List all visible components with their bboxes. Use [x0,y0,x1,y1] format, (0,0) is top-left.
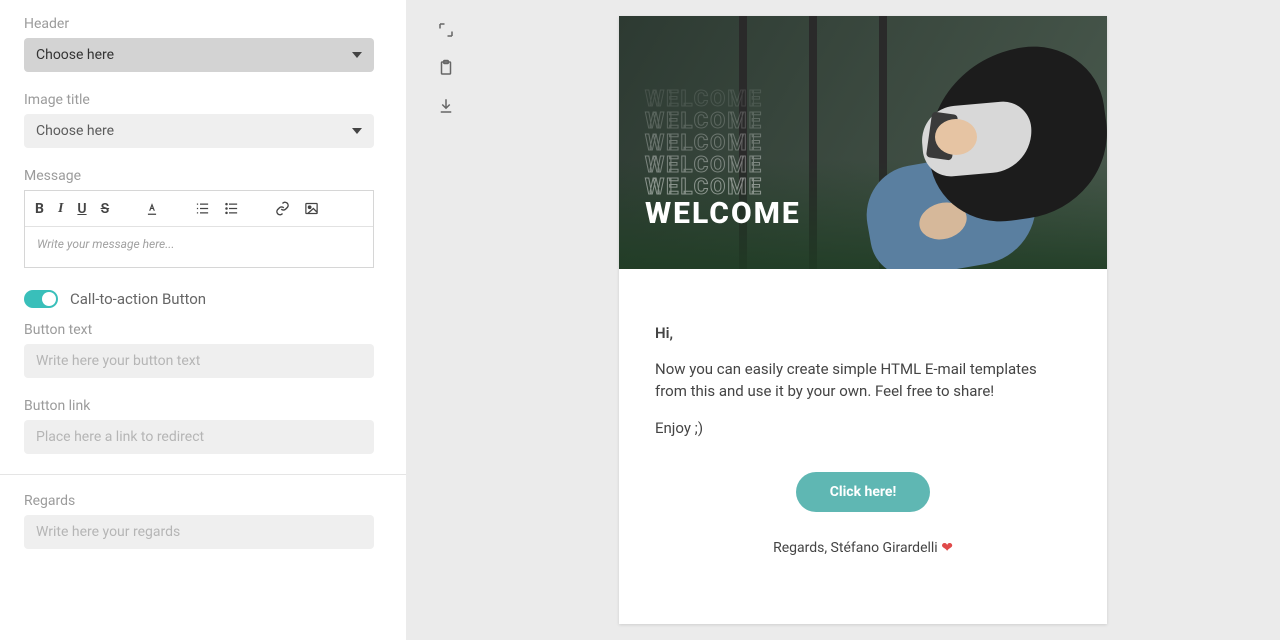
canvas-tools [426,16,466,624]
email-message: Now you can easily create simple HTML E-… [655,359,1071,403]
link-button[interactable] [275,201,290,216]
regards-text: Regards, Stéfano Girardelli [773,540,938,556]
unordered-list-button[interactable] [224,201,239,216]
hero-image: WELCOME WELCOME WELCOME WELCOME WELCOME … [619,16,1107,269]
bold-button[interactable]: B [35,201,44,217]
button-link-input[interactable] [24,420,374,454]
cta-toggle-row: Call-to-action Button [24,290,382,308]
italic-button[interactable]: I [58,201,63,217]
regards-label: Regards [24,493,382,509]
email-body: Hi, Now you can easily create simple HTM… [619,269,1107,588]
strikethrough-button[interactable]: S [101,201,110,217]
message-editor: B I U S [24,190,374,268]
button-text-input[interactable] [24,344,374,378]
ordered-list-button[interactable] [195,201,210,216]
email-signoff: Enjoy ;) [655,418,1071,440]
message-field: Message B I U S [24,168,382,268]
chevron-down-icon [352,128,362,134]
email-greeting: Hi, [655,323,1071,345]
image-title-field: Image title Choose here [24,92,382,148]
cta-button[interactable]: Click here! [796,472,931,512]
regards-field: Regards [24,493,382,549]
expand-button[interactable] [432,16,460,44]
button-link-label: Button link [24,398,382,414]
email-preview: WELCOME WELCOME WELCOME WELCOME WELCOME … [619,16,1107,624]
preview-canvas: WELCOME WELCOME WELCOME WELCOME WELCOME … [406,0,1280,640]
text-color-button[interactable] [145,202,159,216]
heart-icon: ❤ [941,540,953,556]
underline-button[interactable]: U [77,201,86,217]
button-link-field: Button link [24,398,382,454]
preview-stage: WELCOME WELCOME WELCOME WELCOME WELCOME … [466,16,1260,624]
regards-input[interactable] [24,515,374,549]
button-text-field: Button text [24,322,382,378]
hero-outline-stack: WELCOME WELCOME WELCOME WELCOME WELCOME [645,89,801,199]
header-select[interactable]: Choose here [24,38,374,72]
header-label: Header [24,16,382,32]
chevron-down-icon [352,52,362,58]
clipboard-button[interactable] [432,54,460,82]
message-label: Message [24,168,382,184]
image-title-label: Image title [24,92,382,108]
cta-toggle-label: Call-to-action Button [70,290,206,308]
button-text-label: Button text [24,322,382,338]
editor-toolbar: B I U S [25,191,373,227]
image-title-select-value: Choose here [36,123,114,139]
form-sidebar: Header Choose here Image title Choose he… [0,0,406,640]
email-regards: Regards, Stéfano Girardelli ❤ [655,538,1071,558]
cta-toggle[interactable] [24,290,58,308]
download-button[interactable] [432,92,460,120]
image-button[interactable] [304,201,319,216]
header-field: Header Choose here [24,16,382,72]
image-title-select[interactable]: Choose here [24,114,374,148]
hero-title: WELCOME [645,199,801,229]
section-divider [0,474,406,475]
header-select-value: Choose here [36,47,114,63]
message-textarea[interactable]: Write your message here... [25,227,373,267]
